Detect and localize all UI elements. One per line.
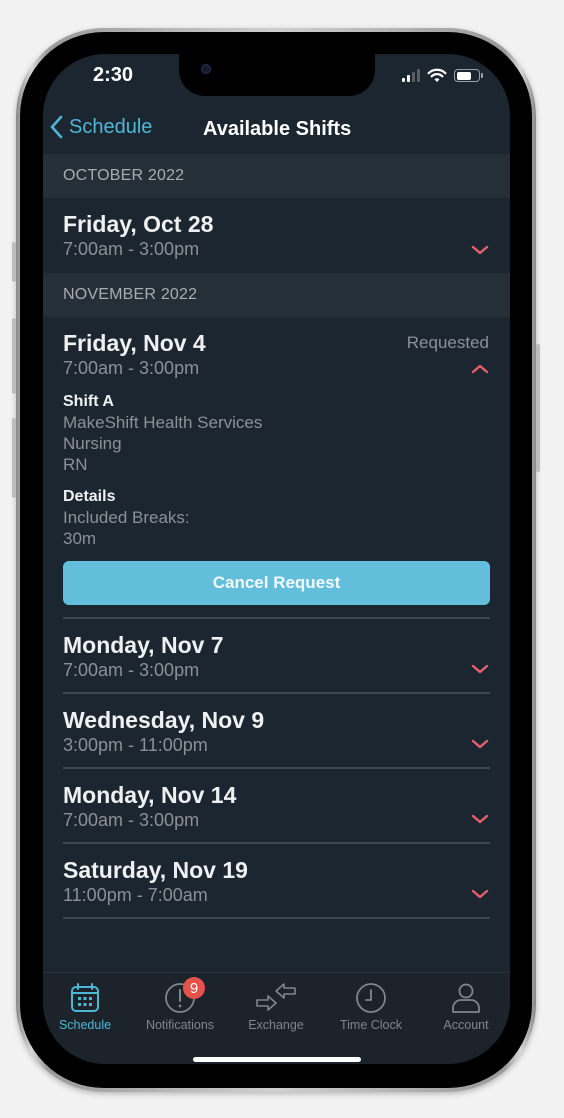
cancel-request-button[interactable]: Cancel Request: [63, 561, 490, 605]
chevron-down-icon[interactable]: [471, 663, 489, 675]
front-camera: [201, 64, 211, 74]
clock-icon: [356, 983, 386, 1013]
organization: MakeShift Health Services: [63, 413, 263, 432]
shift-date: Saturday, Nov 19: [63, 857, 248, 883]
shift-item[interactable]: Monday, Nov 14 7:00am - 3:00pm: [43, 769, 510, 842]
chevron-down-icon[interactable]: [471, 813, 489, 825]
divider: [63, 917, 490, 919]
tab-exchange[interactable]: Exchange: [229, 981, 323, 1032]
shift-time: 11:00pm - 7:00am: [63, 885, 208, 905]
breaks-value: 30m: [63, 529, 97, 548]
department: Nursing: [63, 434, 122, 453]
phone-screen: 2:30 Schedule Available Shifts OCTOBER 2…: [43, 54, 510, 1064]
page-title: Available Shifts: [203, 118, 352, 140]
shift-label: Shift A: [63, 393, 114, 410]
navigation-bar: Schedule Available Shifts: [43, 110, 510, 154]
exchange-arrows-icon: [256, 983, 296, 1011]
shift-item[interactable]: Wednesday, Nov 9 3:00pm - 11:00pm: [43, 694, 510, 767]
home-indicator[interactable]: [193, 1057, 361, 1062]
shift-date: Monday, Nov 14: [63, 782, 237, 808]
tab-label: Exchange: [248, 1018, 304, 1032]
tab-label: Account: [443, 1018, 489, 1032]
status-badge: Requested: [406, 333, 489, 352]
section-header-november: NOVEMBER 2022: [43, 273, 510, 317]
volume-down-button: [12, 418, 16, 498]
cellular-signal-icon: [402, 68, 420, 82]
shift-time: 7:00am - 3:00pm: [63, 358, 200, 378]
status-time: 2:30: [93, 64, 134, 86]
tab-time-clock[interactable]: Time Clock: [324, 981, 418, 1032]
power-button: [536, 344, 540, 472]
battery-icon: [454, 69, 483, 82]
shift-item[interactable]: Saturday, Nov 19 11:00pm - 7:00am: [43, 844, 510, 917]
role: RN: [63, 455, 88, 474]
tab-label: Schedule: [58, 1018, 112, 1032]
status-icons: [402, 68, 483, 83]
shift-item[interactable]: Friday, Oct 28 7:00am - 3:00pm: [43, 198, 510, 273]
chevron-up-icon[interactable]: [471, 363, 489, 375]
chevron-down-icon[interactable]: [471, 738, 489, 750]
shift-item-expanded[interactable]: Friday, Nov 4 7:00am - 3:00pm Requested …: [43, 317, 510, 617]
wifi-icon: [427, 68, 447, 82]
tab-schedule[interactable]: Schedule: [43, 981, 132, 1032]
person-icon: [452, 983, 480, 1013]
shift-date: Friday, Oct 28: [63, 211, 214, 237]
silent-switch: [12, 242, 16, 282]
chevron-left-icon: [50, 115, 63, 139]
back-button-label: Schedule: [69, 115, 153, 138]
shift-time: 3:00pm - 11:00pm: [63, 735, 208, 755]
shift-time: 7:00am - 3:00pm: [63, 239, 200, 259]
tab-label: Notifications: [145, 1018, 215, 1032]
calendar-icon: [71, 983, 99, 1012]
shift-time: 7:00am - 3:00pm: [63, 660, 200, 680]
breaks-label: Included Breaks:: [63, 508, 190, 527]
notification-badge: 9: [183, 977, 205, 999]
shift-item[interactable]: Monday, Nov 7 7:00am - 3:00pm: [43, 619, 510, 692]
shift-time: 7:00am - 3:00pm: [63, 810, 200, 830]
tab-label: Time Clock: [339, 1018, 403, 1032]
volume-up-button: [12, 318, 16, 394]
details-label: Details: [63, 488, 116, 505]
shift-list: OCTOBER 2022 Friday, Oct 28 7:00am - 3:0…: [43, 154, 510, 919]
shift-date: Wednesday, Nov 9: [63, 707, 265, 733]
tab-bar: Schedule 9 Notifications Exchange Time C…: [43, 972, 510, 1064]
shift-date: Monday, Nov 7: [63, 632, 224, 658]
notch: [179, 54, 375, 96]
chevron-down-icon[interactable]: [471, 244, 489, 256]
tab-notifications[interactable]: 9 Notifications: [133, 977, 227, 1032]
section-header-october: OCTOBER 2022: [43, 154, 510, 198]
shift-details: Shift A MakeShift Health Services Nursin…: [63, 391, 490, 549]
back-button[interactable]: Schedule: [49, 115, 152, 139]
chevron-down-icon[interactable]: [471, 888, 489, 900]
tab-account[interactable]: Account: [419, 981, 510, 1032]
